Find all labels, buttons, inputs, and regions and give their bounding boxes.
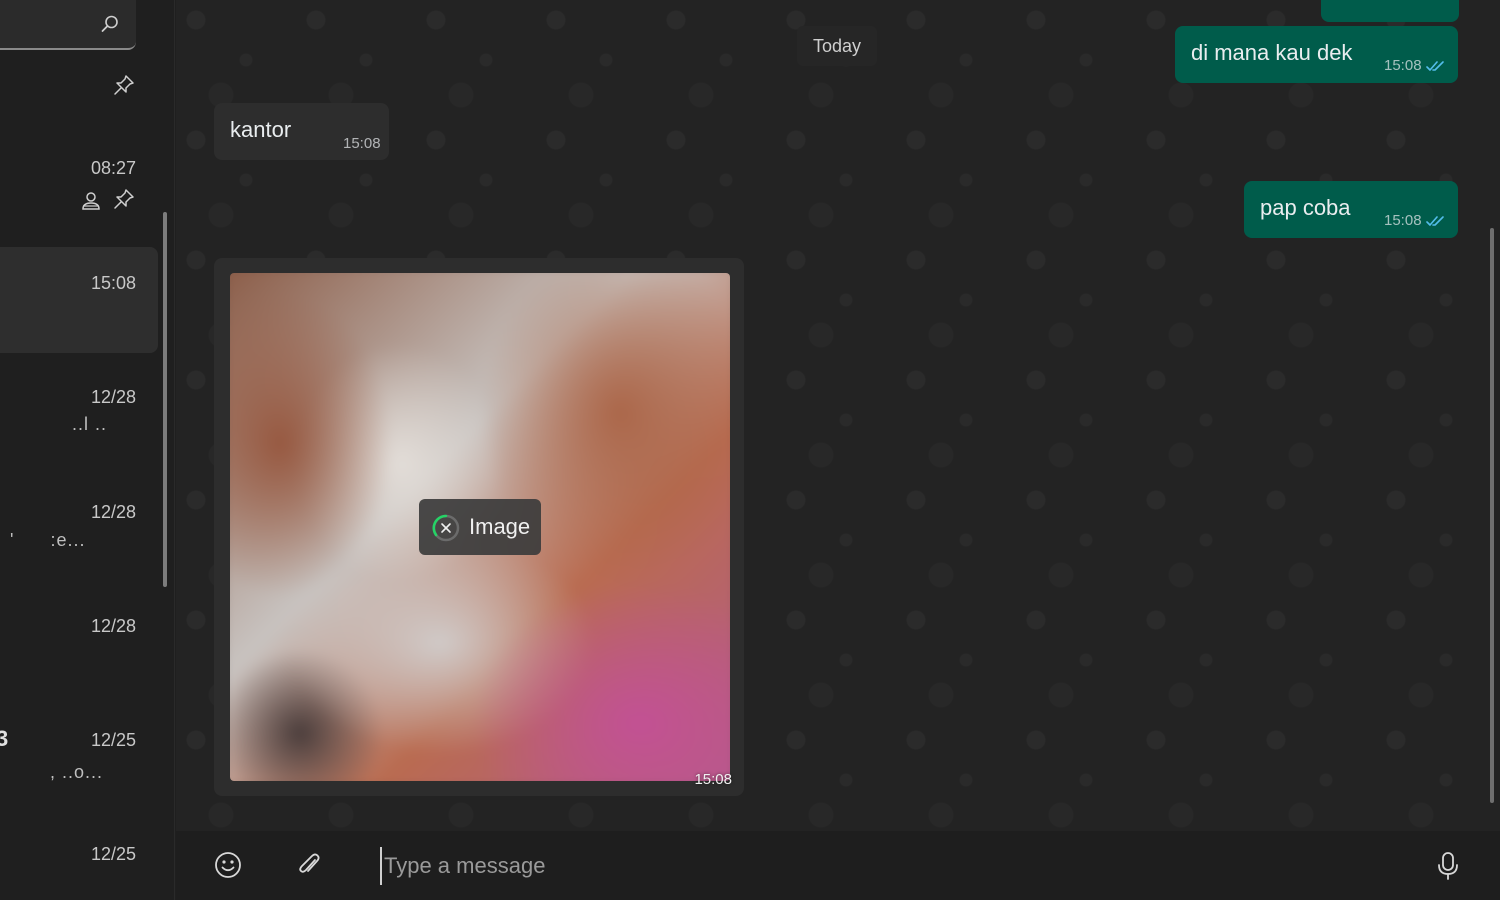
message-time: 15:08 [694,771,732,788]
image-badge-label: Image [469,514,531,539]
chat-list-item[interactable]: 12/28 ..l .. [0,360,158,466]
message-text: kantor [230,117,292,142]
double-check-icon [1426,216,1444,226]
chat-unread-edge: 3 [0,726,9,752]
message-time: 15:08 [343,135,381,152]
sidebar-scrollbar[interactable] [163,212,167,587]
chat-time: 12/28 [90,502,136,522]
community-icon [82,192,100,210]
date-divider: Today [797,26,877,66]
chat-list-item[interactable]: 12/25 [0,816,158,900]
emoji-icon[interactable] [214,851,242,879]
message-bubble-image[interactable]: Image 15:08 [214,258,744,796]
chat-snippet: ' :e... [10,530,86,550]
message-bubble-outgoing[interactable]: di mana kau dek 15:08 [1175,26,1458,83]
chat-list-item-active[interactable]: 15:08 [0,247,158,353]
message-bubble-outgoing-partial [1321,0,1459,22]
message-composer [176,831,1500,900]
cancel-download-icon[interactable] [431,513,461,543]
chat-list-sidebar: 08:27 15:08 12/28 ..l .. 12/28 ' :e... 1… [0,0,175,900]
chat-time: 12/25 [90,844,136,864]
chat-snippet: ..l .. [72,414,108,434]
image-download-failed-badge[interactable]: Image [419,499,541,555]
message-time: 15:08 [1384,212,1422,229]
chat-time: 08:27 [90,158,136,178]
chat-time: 12/28 [90,616,136,636]
message-input[interactable] [380,847,1400,885]
conversation-panel: Today di mana kau dek 15:08 kantor 15:08… [176,0,1500,831]
conversation-scrollbar[interactable] [1490,228,1494,803]
chat-list-item[interactable]: 12/28 ' :e... [0,474,158,580]
paperclip-icon[interactable] [296,851,322,879]
search-bar[interactable] [0,0,136,50]
chat-time: 12/28 [90,387,136,407]
pin-icon[interactable] [113,74,135,96]
message-bubble-outgoing[interactable]: pap coba 15:08 [1244,181,1458,238]
chat-list-item[interactable]: 12/28 [0,588,158,694]
double-check-icon [1426,61,1444,71]
message-time: 15:08 [1384,57,1422,74]
message-bubble-incoming[interactable]: kantor 15:08 [214,103,389,160]
chat-snippet: , ..o... [50,762,104,782]
message-text: pap coba [1260,195,1351,220]
chat-list-item[interactable]: 08:27 [0,140,158,246]
chat-time: 12/25 [90,730,136,750]
pin-icon [114,189,134,209]
message-text: di mana kau dek [1191,40,1353,65]
search-icon[interactable] [100,14,120,34]
microphone-icon[interactable] [1436,851,1460,881]
chat-time: 15:08 [90,273,136,293]
chat-list-item[interactable]: 3 12/25 , ..o... [0,702,158,808]
